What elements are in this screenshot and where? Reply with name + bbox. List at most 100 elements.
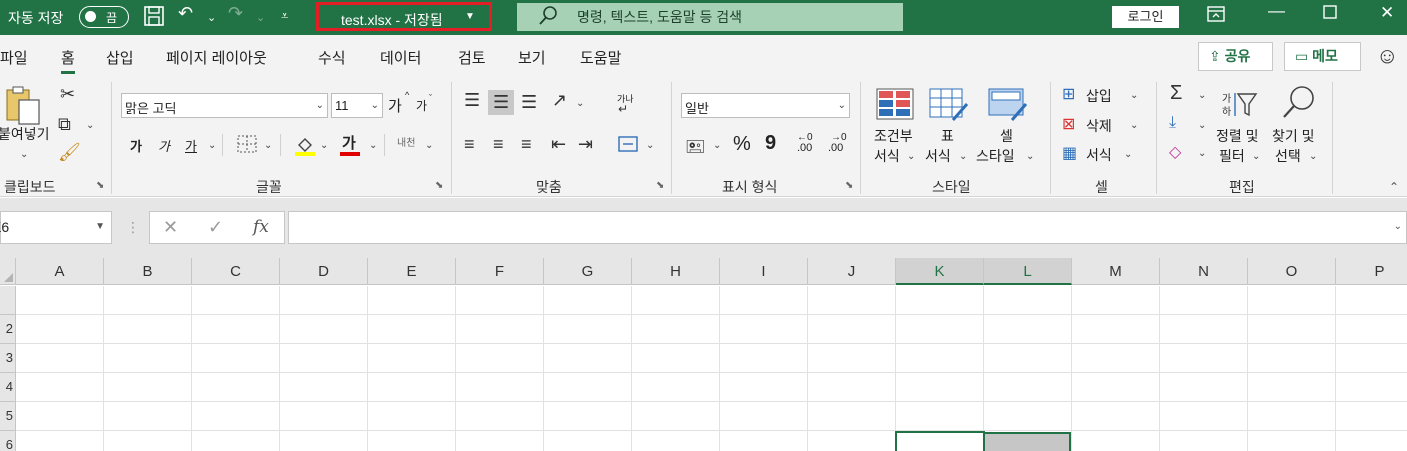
share-button[interactable]: ⇪ 공유: [1198, 42, 1273, 71]
merge-dropdown-icon[interactable]: ⌄: [646, 140, 654, 151]
customize-toolbar-icon[interactable]: ⩡: [281, 8, 288, 24]
maximize-icon[interactable]: [1322, 4, 1338, 25]
name-box[interactable]: ▼: [0, 211, 112, 244]
find-select-dropdown-icon[interactable]: ⌄: [1309, 151, 1317, 162]
column-header-N[interactable]: N: [1160, 258, 1248, 285]
format-as-table-label-2[interactable]: 서식: [925, 146, 951, 166]
column-header-I[interactable]: I: [720, 258, 808, 285]
save-icon[interactable]: [143, 5, 165, 32]
border-dropdown-icon[interactable]: ⌄: [264, 140, 272, 151]
column-header-K[interactable]: K: [896, 258, 984, 285]
font-name-combo[interactable]: 맑은 고딕 ⌄: [121, 93, 328, 118]
sort-filter-dropdown-icon[interactable]: ⌄: [1252, 151, 1260, 162]
format-painter-icon[interactable]: 🖌: [58, 142, 81, 163]
column-header-B[interactable]: B: [104, 258, 192, 285]
worksheet-grid[interactable]: ABCDEFGHIJKLMNOP 1 2 3 4 5 6: [0, 258, 1407, 451]
memo-button[interactable]: ▭ 메모: [1284, 42, 1361, 71]
align-top-icon[interactable]: ☰: [464, 90, 480, 111]
column-header-H[interactable]: H: [632, 258, 720, 285]
login-button[interactable]: 로그인: [1112, 6, 1179, 28]
search-box[interactable]: [517, 3, 903, 31]
row-header-2[interactable]: 2: [0, 315, 16, 344]
format-as-table-icon[interactable]: [929, 88, 969, 127]
font-color-button[interactable]: 가: [342, 132, 356, 153]
font-color-dropdown-icon[interactable]: ⌄: [369, 140, 377, 151]
redo-icon[interactable]: ↷: [228, 3, 243, 24]
align-bottom-icon[interactable]: ☰: [521, 92, 537, 113]
cell-styles-label-2[interactable]: 스타일: [976, 146, 1015, 166]
active-cell[interactable]: [895, 431, 985, 451]
row-header-1[interactable]: 1: [0, 286, 16, 315]
clear-dropdown-icon[interactable]: ⌄: [1198, 148, 1206, 159]
undo-icon[interactable]: ↶: [178, 3, 193, 24]
align-middle-icon[interactable]: ☰: [488, 90, 515, 115]
minimize-icon[interactable]: —: [1268, 1, 1285, 21]
delete-cells-icon[interactable]: ⊠: [1062, 114, 1075, 134]
feedback-smiley-icon[interactable]: ☺: [1376, 43, 1398, 69]
enter-icon[interactable]: ✓: [208, 217, 223, 238]
column-header-L[interactable]: L: [984, 258, 1072, 285]
sort-filter-icon[interactable]: 가하: [1220, 88, 1260, 125]
italic-button[interactable]: 가: [158, 136, 170, 155]
tab-file[interactable]: 파일: [0, 47, 28, 68]
cell-styles-icon[interactable]: [988, 88, 1028, 127]
number-launcher-icon[interactable]: ⬊: [845, 180, 853, 191]
underline-button[interactable]: 가: [185, 136, 197, 155]
fill-icon[interactable]: ⤓: [1169, 114, 1176, 132]
grow-font-button[interactable]: 가: [388, 95, 402, 116]
fill-dropdown-icon[interactable]: ⌄: [1198, 120, 1206, 131]
cancel-icon[interactable]: ✕: [163, 217, 178, 238]
close-icon[interactable]: ✕: [1380, 3, 1394, 23]
collapse-ribbon-icon[interactable]: ⌃: [1389, 180, 1399, 194]
sort-filter-label-2[interactable]: 필터: [1219, 146, 1245, 166]
copy-icon[interactable]: ⧉: [58, 114, 71, 135]
paste-dropdown-icon[interactable]: ⌄: [20, 149, 28, 160]
tab-help[interactable]: 도움말: [580, 47, 621, 68]
increase-decimal-button[interactable]: .00: [797, 142, 812, 154]
selected-cell-L6[interactable]: [985, 432, 1071, 451]
currency-dropdown-icon[interactable]: ⌄: [713, 140, 721, 151]
column-header-E[interactable]: E: [368, 258, 456, 285]
border-icon[interactable]: [236, 134, 258, 159]
underline-dropdown-icon[interactable]: ⌄: [208, 140, 216, 151]
column-header-M[interactable]: M: [1072, 258, 1160, 285]
autosum-icon[interactable]: Σ: [1170, 82, 1182, 105]
phonetic-dropdown-icon[interactable]: ⌄: [425, 140, 433, 151]
conditional-format-icon[interactable]: [876, 88, 914, 125]
align-right-icon[interactable]: ≡: [521, 134, 532, 155]
copy-dropdown-icon[interactable]: ⌄: [86, 120, 94, 131]
column-header-C[interactable]: C: [192, 258, 280, 285]
format-as-table-label-1[interactable]: 표: [941, 126, 954, 146]
name-box-input[interactable]: [0, 218, 80, 236]
column-header-D[interactable]: D: [280, 258, 368, 285]
tab-review[interactable]: 검토: [458, 47, 486, 68]
find-select-label-1[interactable]: 찾기 및: [1272, 126, 1315, 146]
clipboard-launcher-icon[interactable]: ⬊: [96, 180, 104, 191]
paste-label[interactable]: 붙여넣기: [0, 124, 50, 144]
font-launcher-icon[interactable]: ⬊: [435, 180, 443, 191]
name-box-dropdown-icon[interactable]: ▼: [95, 221, 105, 232]
column-header-G[interactable]: G: [544, 258, 632, 285]
column-header-J[interactable]: J: [808, 258, 896, 285]
conditional-format-dropdown-icon[interactable]: ⌄: [907, 151, 915, 162]
orientation-icon[interactable]: ↗: [552, 90, 567, 111]
number-format-combo[interactable]: 일반 ⌄: [681, 93, 850, 118]
decrease-indent-icon[interactable]: ⇤: [551, 134, 566, 155]
insert-function-button[interactable]: fx: [253, 217, 269, 237]
percent-button[interactable]: %: [733, 133, 751, 156]
cell-styles-label-1[interactable]: 셀: [1000, 126, 1013, 146]
conditional-format-label-2[interactable]: 서식: [874, 146, 900, 166]
sort-filter-label-1[interactable]: 정렬 및: [1216, 126, 1259, 146]
drag-handle-icon[interactable]: ⋮: [126, 219, 140, 236]
fill-color-icon[interactable]: [293, 133, 317, 162]
file-title-button[interactable]: test.xlsx - 저장됨 ▼: [316, 2, 492, 31]
align-center-icon[interactable]: ≡: [493, 134, 504, 155]
redo-dropdown-icon[interactable]: ⌄: [256, 11, 265, 24]
decrease-decimal-button[interactable]: .00: [828, 142, 843, 154]
increase-indent-icon[interactable]: ⇥: [578, 134, 593, 155]
alignment-launcher-icon[interactable]: ⬊: [656, 180, 664, 191]
insert-cells-button[interactable]: 삽입: [1086, 86, 1112, 106]
row-header-3[interactable]: 3: [0, 344, 16, 373]
delete-cells-button[interactable]: 삭제: [1086, 116, 1112, 136]
cut-icon[interactable]: ✂: [60, 84, 75, 105]
